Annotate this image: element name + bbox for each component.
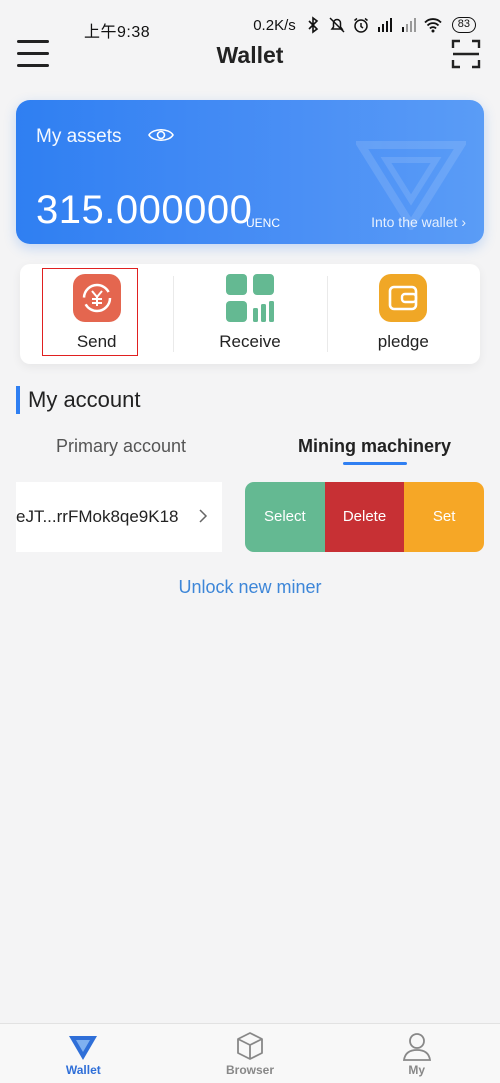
bottom-nav: Wallet Browser My <box>0 1023 500 1083</box>
select-button[interactable]: Select <box>245 482 325 552</box>
assets-label: My assets <box>36 126 122 147</box>
send-label: Send <box>76 332 117 351</box>
assets-unit: UENC <box>246 216 281 230</box>
miner-account-row[interactable]: eJT...rrFMok8qe9K18 <box>16 482 222 552</box>
eye-icon[interactable] <box>148 126 174 144</box>
section-title: My account <box>16 386 141 414</box>
set-button[interactable]: Set <box>404 482 484 552</box>
unlock-new-miner-link[interactable]: Unlock new miner <box>0 577 500 598</box>
send-button[interactable]: Send <box>20 264 173 364</box>
account-address: eJT...rrFMok8qe9K18 <box>16 507 179 526</box>
pledge-label: pledge <box>377 332 429 351</box>
assets-amount: 315.000000 <box>36 188 253 232</box>
tab-primary-account[interactable]: Primary account <box>56 436 186 457</box>
receive-label: Receive <box>219 332 281 351</box>
nav-my-label: My <box>408 1063 426 1077</box>
active-tab-indicator <box>343 462 407 465</box>
tab-mining-machinery[interactable]: Mining machinery <box>298 436 451 457</box>
nav-wallet[interactable]: Wallet <box>0 1024 167 1083</box>
assets-card[interactable]: My assets 315.000000 UENC Into the walle… <box>16 100 484 244</box>
nav-my[interactable]: My <box>333 1024 500 1083</box>
action-row: Send Receive pledge <box>20 264 480 364</box>
nav-browser[interactable]: Browser <box>167 1024 334 1083</box>
scan-icon[interactable] <box>450 38 482 70</box>
user-icon <box>402 1033 431 1061</box>
delete-button[interactable]: Delete <box>324 482 405 552</box>
pledge-button[interactable]: pledge <box>326 264 480 364</box>
swipe-actions: Select Delete Set <box>245 482 484 552</box>
nav-browser-label: Browser <box>225 1063 275 1077</box>
send-icon <box>72 274 121 322</box>
into-wallet-link[interactable]: Into the wallet › <box>371 214 466 230</box>
chevron-right-icon <box>199 509 208 523</box>
cube-icon <box>237 1032 263 1060</box>
pledge-icon <box>379 274 428 322</box>
page-title: Wallet <box>216 42 284 68</box>
receive-icon <box>225 274 274 322</box>
receive-button[interactable]: Receive <box>173 264 326 364</box>
wallet-icon <box>69 1036 98 1060</box>
app-header: Wallet <box>0 30 500 82</box>
nav-wallet-label: Wallet <box>65 1063 101 1077</box>
